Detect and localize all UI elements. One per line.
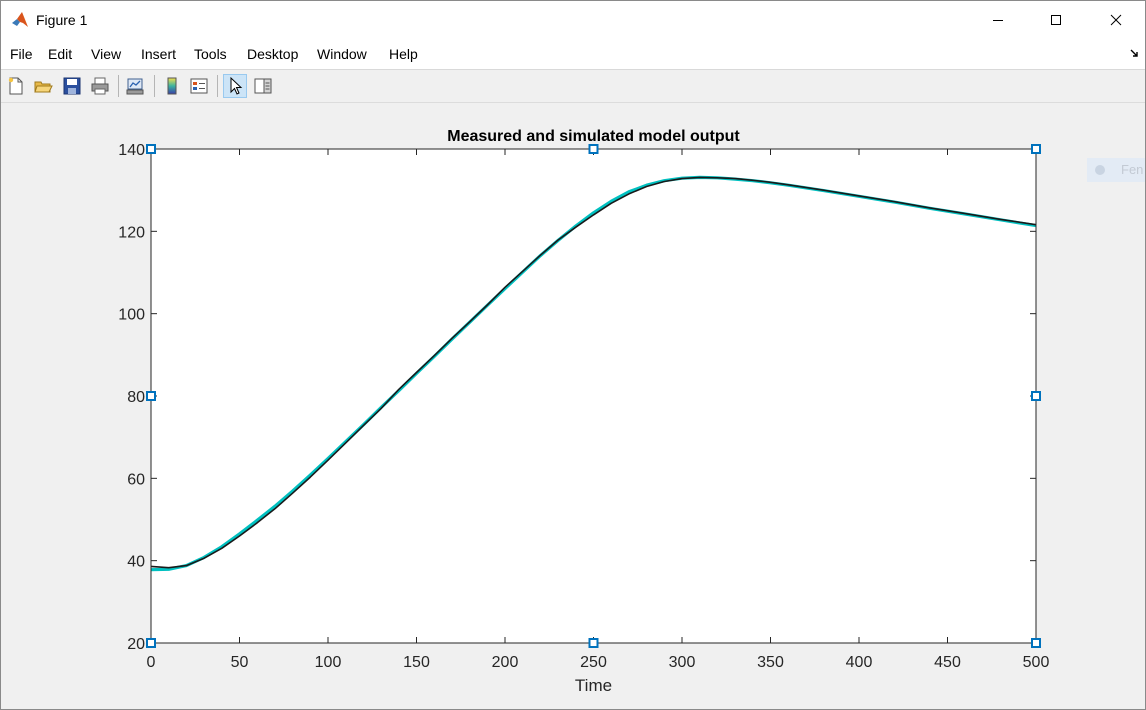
figure-window: Figure 1 File Edit View Insert Tools Des… — [0, 0, 1146, 710]
menu-edit[interactable]: Edit — [48, 46, 72, 62]
toolbar-separator — [217, 75, 218, 97]
insert-legend-button[interactable] — [187, 74, 211, 98]
new-figure-icon — [8, 77, 23, 95]
save-button[interactable] — [60, 74, 84, 98]
y-tick-label: 80 — [127, 389, 145, 406]
x-tick-label: 250 — [580, 654, 607, 671]
property-inspector-icon — [254, 78, 272, 94]
print-button[interactable] — [88, 74, 112, 98]
y-tick-label: 40 — [127, 554, 145, 571]
dock-arrow-icon[interactable] — [1129, 48, 1141, 60]
x-axis-label: Time — [575, 676, 612, 695]
chart-title: Measured and simulated model output — [447, 128, 740, 145]
menu-window[interactable]: Window — [317, 46, 367, 62]
open-file-button[interactable] — [31, 74, 55, 98]
y-tick-label: 20 — [127, 636, 145, 653]
close-button[interactable] — [1087, 1, 1145, 39]
selection-handle[interactable] — [146, 144, 156, 154]
y-tick-label: 60 — [127, 471, 145, 488]
matlab-logo-icon — [12, 12, 28, 27]
edit-plot-button[interactable] — [223, 74, 247, 98]
legend-ghost-text: Fen — [1121, 162, 1144, 177]
menu-help[interactable]: Help — [389, 46, 418, 62]
new-figure-button[interactable] — [4, 74, 28, 98]
insert-colorbar-icon — [167, 77, 177, 95]
selection-handle[interactable] — [1031, 144, 1041, 154]
legend-ghost-marker — [1095, 165, 1105, 175]
figure-canvas[interactable]: 0 50 100 150 200 250 300 350 400 450 500 20 40 60 80 10… — [1, 103, 1145, 709]
y-tick-label: 140 — [118, 142, 145, 159]
menu-file[interactable]: File — [10, 46, 33, 62]
menu-view[interactable]: View — [91, 46, 121, 62]
axes-background[interactable] — [151, 149, 1036, 643]
property-inspector-button[interactable] — [251, 74, 275, 98]
selection-handle[interactable] — [588, 144, 599, 154]
open-file-icon — [34, 81, 53, 93]
selection-handle[interactable] — [146, 391, 156, 401]
x-tick-label: 150 — [403, 654, 430, 671]
minimize-button[interactable] — [969, 1, 1027, 39]
x-tick-label: 300 — [669, 654, 696, 671]
insert-colorbar-button[interactable] — [160, 74, 184, 98]
x-tick-label: 350 — [757, 654, 784, 671]
legend-ghost: Fen — [1087, 158, 1145, 182]
y-tick-label: 100 — [118, 307, 145, 324]
insert-legend-icon — [190, 78, 208, 94]
close-icon — [1110, 14, 1122, 26]
print-icon — [91, 77, 109, 95]
menu-desktop[interactable]: Desktop — [247, 46, 298, 62]
toolbar-separator — [154, 75, 155, 97]
maximize-button[interactable] — [1027, 1, 1085, 39]
plot-svg[interactable]: 0 50 100 150 200 250 300 350 400 450 500 20 40 60 80 10… — [1, 103, 1145, 709]
x-tick-label: 450 — [934, 654, 961, 671]
link-plot-button[interactable] — [123, 74, 147, 98]
x-tick-label: 50 — [231, 654, 249, 671]
x-tick-label: 500 — [1023, 654, 1050, 671]
minimize-icon — [993, 20, 1003, 21]
selection-handle[interactable] — [1031, 391, 1041, 401]
figure-toolbar — [1, 70, 1145, 103]
menu-bar: File Edit View Insert Tools Desktop Wind… — [1, 39, 1145, 70]
x-tick-label: 200 — [492, 654, 519, 671]
menu-insert[interactable]: Insert — [141, 46, 176, 62]
menu-tools[interactable]: Tools — [194, 46, 227, 62]
x-tick-label: 0 — [147, 654, 156, 671]
window-title: Figure 1 — [36, 12, 88, 28]
edit-plot-icon — [230, 76, 243, 95]
link-plot-icon — [126, 78, 144, 95]
toolbar-separator — [118, 75, 119, 97]
save-icon — [63, 77, 81, 95]
maximize-icon — [1051, 15, 1061, 25]
title-bar[interactable]: Figure 1 — [1, 1, 1145, 39]
y-tick-label: 120 — [118, 224, 145, 241]
x-tick-label: 100 — [315, 654, 342, 671]
selection-handle[interactable] — [1031, 638, 1041, 648]
selection-handle[interactable] — [146, 638, 156, 648]
selection-handle[interactable] — [588, 638, 599, 648]
x-tick-label: 400 — [846, 654, 873, 671]
